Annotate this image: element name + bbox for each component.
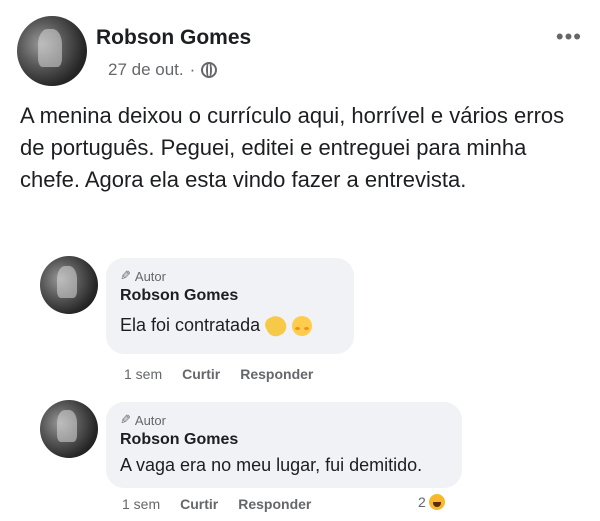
- reply-button[interactable]: Responder: [238, 496, 311, 512]
- comment-text-row: A vaga era no meu lugar, fui demitido.: [120, 455, 446, 476]
- meta-separator: ·: [189, 60, 196, 79]
- comment-text: A vaga era no meu lugar, fui demitido.: [120, 455, 423, 475]
- clapping-hands-icon: [262, 312, 290, 339]
- author-badge: ✎ Autor: [120, 268, 338, 284]
- comment-actions: 1 sem Curtir Responder: [124, 366, 313, 382]
- comment-author[interactable]: Robson Gomes: [120, 431, 446, 449]
- haha-icon: [428, 494, 445, 510]
- comment-actions: 1 sem Curtir Responder: [122, 496, 311, 512]
- like-button[interactable]: Curtir: [182, 366, 220, 382]
- blush-icon: [292, 315, 313, 336]
- comment-author[interactable]: Robson Gomes: [120, 287, 338, 305]
- reaction-count-value: 2: [418, 494, 426, 510]
- like-button[interactable]: Curtir: [180, 496, 218, 512]
- comment-text-row: Ela foi contratada: [120, 312, 338, 339]
- post-text: A menina deixou o currículo aqui, horrív…: [20, 103, 565, 192]
- more-options-icon[interactable]: •••: [556, 24, 582, 50]
- post-meta: 27 de out. ·: [108, 60, 218, 80]
- pen-icon: ✎: [120, 412, 131, 427]
- comment-avatar[interactable]: [40, 256, 98, 314]
- author-badge: ✎ Autor: [120, 412, 446, 428]
- author-badge-label: Autor: [134, 268, 166, 284]
- reaction-count[interactable]: 2: [418, 494, 445, 510]
- globe-icon: [201, 62, 218, 78]
- comment-avatar[interactable]: [40, 400, 98, 458]
- pen-icon: ✎: [120, 268, 131, 283]
- author-badge-label: Autor: [134, 412, 166, 428]
- comment-bubble: ✎ Autor Robson Gomes Ela foi contratada: [106, 258, 354, 354]
- comment-text: Ela foi contratada: [120, 315, 261, 335]
- comment-time[interactable]: 1 sem: [124, 366, 162, 382]
- comment-time[interactable]: 1 sem: [122, 496, 160, 512]
- post-author-avatar[interactable]: [17, 16, 87, 86]
- comment-bubble: ✎ Autor Robson Gomes A vaga era no meu l…: [106, 402, 462, 488]
- post-author-name[interactable]: Robson Gomes: [96, 26, 251, 50]
- post-date[interactable]: 27 de out.: [108, 60, 184, 80]
- reply-button[interactable]: Responder: [240, 366, 313, 382]
